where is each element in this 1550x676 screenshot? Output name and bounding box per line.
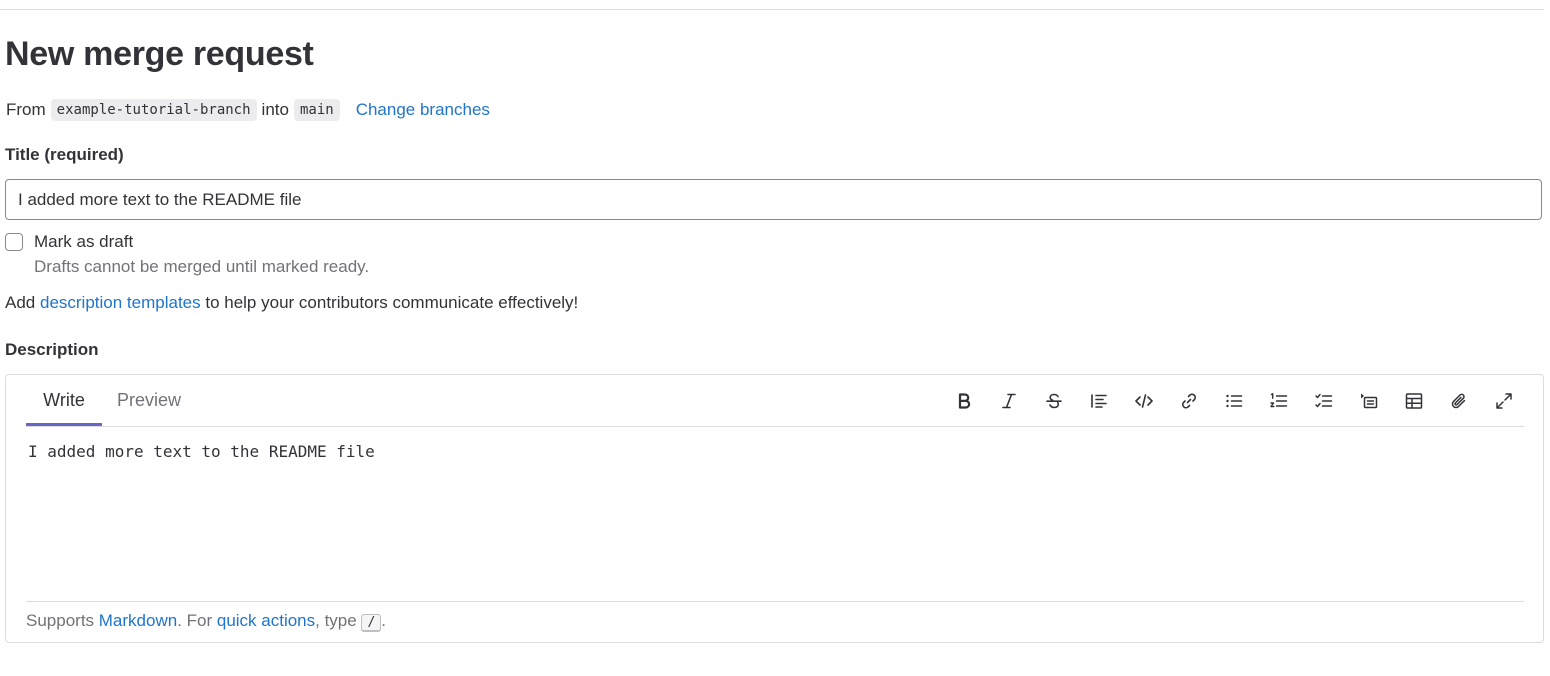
draft-help-text: Drafts cannot be merged until marked rea… [34, 257, 370, 276]
change-branches-link[interactable]: Change branches [356, 100, 490, 120]
tab-write[interactable]: Write [26, 375, 102, 426]
mark-as-draft-label[interactable]: Mark as draft [34, 231, 369, 253]
editor-footer: Supports Markdown. For quick actions, ty… [26, 601, 1524, 632]
tab-preview[interactable]: Preview [116, 375, 182, 425]
strikethrough-icon[interactable] [1041, 388, 1067, 414]
description-label: Description [5, 340, 99, 359]
mark-as-draft-checkbox[interactable] [5, 233, 23, 251]
task-list-icon[interactable] [1311, 388, 1337, 414]
draft-option: Mark as draft Drafts cannot be merged un… [5, 231, 369, 278]
editor-header: Write Preview [26, 375, 1524, 427]
fullscreen-icon[interactable] [1491, 388, 1517, 414]
title-label: Title (required) [5, 145, 124, 164]
code-icon[interactable] [1131, 388, 1157, 414]
link-icon[interactable] [1176, 388, 1202, 414]
title-input[interactable] [5, 179, 1542, 220]
markdown-support-hint: Supports Markdown. For quick actions, ty… [26, 611, 387, 632]
markdown-link[interactable]: Markdown [99, 611, 177, 630]
bold-icon[interactable] [951, 388, 977, 414]
into-text: into [261, 100, 289, 119]
formatting-toolbar [951, 388, 1536, 414]
top-divider [0, 9, 1544, 10]
branch-info: From example-tutorial-branch into main C… [6, 97, 490, 123]
italic-icon[interactable] [996, 388, 1022, 414]
page-title: New merge request [5, 35, 314, 73]
quote-icon[interactable] [1086, 388, 1112, 414]
table-icon[interactable] [1401, 388, 1427, 414]
description-templates-link[interactable]: description templates [40, 293, 201, 312]
bulleted-list-icon[interactable] [1221, 388, 1247, 414]
from-text: From [6, 100, 46, 119]
source-branch: example-tutorial-branch [50, 99, 257, 121]
description-editor: Write Preview I added more text to the R… [5, 374, 1544, 643]
description-templates-hint: Add description templates to help your c… [5, 293, 579, 312]
target-branch: main [293, 99, 340, 121]
collapsible-section-icon[interactable] [1356, 388, 1382, 414]
slash-key: / [361, 614, 382, 632]
attach-file-icon[interactable] [1446, 388, 1472, 414]
description-textarea[interactable]: I added more text to the README file [28, 442, 375, 461]
quick-actions-link[interactable]: quick actions [217, 611, 315, 630]
numbered-list-icon[interactable] [1266, 388, 1292, 414]
